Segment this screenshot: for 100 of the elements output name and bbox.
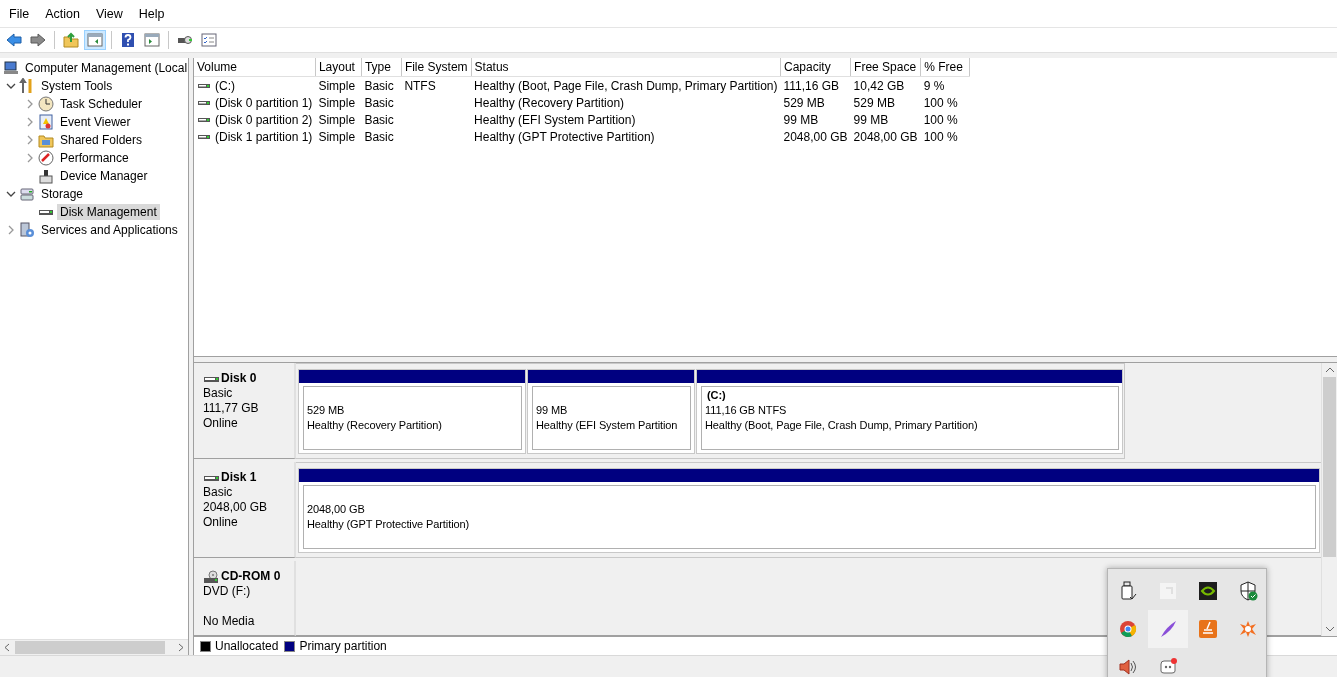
partition-size: 111,16 GB NTFS xyxy=(705,403,788,418)
table-cell: 529 MB xyxy=(853,95,895,110)
server-gear-icon xyxy=(19,222,35,238)
partition-block[interactable]: (C:) 111,16 GB NTFS Healthy (Boot, Page File, Crash Dump, Primary Partition) xyxy=(696,369,1123,454)
menu-item[interactable]: Help xyxy=(130,6,173,21)
column-header[interactable]: Volume xyxy=(194,58,316,77)
disk-type: Basic xyxy=(203,386,234,401)
menu-item[interactable]: View xyxy=(87,6,131,21)
disk-type: Basic xyxy=(203,485,234,500)
table-cell: NTFS xyxy=(404,78,436,93)
column-header[interactable]: Type xyxy=(361,58,402,77)
disk-name: Disk 1 xyxy=(221,470,257,485)
legend-label: Unallocated xyxy=(215,639,279,653)
table-cell: Healthy (Boot, Page File, Crash Dump, Primary Partition) xyxy=(474,78,778,93)
console-tree-button[interactable] xyxy=(84,30,106,50)
table-cell: (Disk 0 partition 1) xyxy=(215,95,313,110)
tree-item[interactable]: Task Scheduler xyxy=(57,96,146,112)
tree-item[interactable]: Performance xyxy=(57,150,132,166)
table-cell: 2048,00 GB xyxy=(853,129,918,144)
table-cell: Healthy (Recovery Partition) xyxy=(474,95,625,110)
partition-label: (C:) xyxy=(706,388,727,403)
table-cell: 2048,00 GB xyxy=(783,129,848,144)
scroll-thumb[interactable] xyxy=(15,641,165,654)
console-tree-icon xyxy=(87,32,103,48)
partition-block[interactable]: 529 MB Healthy (Recovery Partition) xyxy=(298,369,526,454)
chat-bubble-icon[interactable] xyxy=(1158,657,1178,677)
partition-status: Healthy (GPT Protective Partition) xyxy=(307,517,471,532)
table-cell: 100 % xyxy=(923,129,958,144)
disk-status: Online xyxy=(203,416,239,431)
back-arrow-icon xyxy=(6,32,22,48)
disk-size: 111,77 GB xyxy=(203,401,260,416)
tree-item[interactable]: Event Viewer xyxy=(57,114,134,130)
table-cell: 100 % xyxy=(923,95,958,110)
disk-type: DVD (F:) xyxy=(203,584,252,599)
partition-size: 99 MB xyxy=(536,403,569,418)
partition-block[interactable]: 99 MB Healthy (EFI System Partition xyxy=(527,369,695,454)
tree-item[interactable]: Storage xyxy=(38,186,87,202)
event-log-icon xyxy=(38,114,54,130)
table-cell: (C:) xyxy=(215,78,235,93)
star-splat-icon[interactable] xyxy=(1238,619,1258,639)
table-cell: 99 MB xyxy=(783,112,819,127)
tree-item[interactable]: Shared Folders xyxy=(57,132,146,148)
checklist-button[interactable] xyxy=(198,30,220,50)
partition-status: Healthy (Recovery Partition) xyxy=(307,418,443,433)
column-header[interactable]: Status xyxy=(471,58,781,77)
table-cell: 10,42 GB xyxy=(853,78,905,93)
action-pane-icon xyxy=(144,32,160,48)
horizontal-scrollbar[interactable] xyxy=(0,639,188,655)
checklist-icon xyxy=(201,32,217,48)
table-cell: Basic xyxy=(364,129,394,144)
column-header[interactable]: Free Space xyxy=(850,58,921,77)
tree-item[interactable]: Services and Applications xyxy=(38,222,181,238)
table-cell: Simple xyxy=(318,95,356,110)
tree-item[interactable]: Device Manager xyxy=(57,168,151,184)
table-cell: (Disk 0 partition 2) xyxy=(215,112,313,127)
table-cell: (Disk 1 partition 1) xyxy=(215,129,313,144)
usb-drive-icon[interactable] xyxy=(1118,581,1138,601)
tools-icon xyxy=(19,78,35,94)
browser-icon[interactable] xyxy=(1118,619,1138,639)
tree-item[interactable]: System Tools xyxy=(38,78,116,94)
vertical-scrollbar[interactable] xyxy=(1321,363,1337,636)
table-cell: 9 % xyxy=(923,78,945,93)
clock-icon xyxy=(38,96,54,112)
table-cell: 99 MB xyxy=(853,112,889,127)
shield-check-icon[interactable] xyxy=(1238,581,1258,601)
partition-status: Healthy (EFI System Partition xyxy=(536,418,679,433)
disk-size: 2048,00 GB xyxy=(203,500,269,515)
shared-folder-icon xyxy=(38,132,54,148)
column-header[interactable]: File System xyxy=(401,58,472,77)
tree-item[interactable]: Disk Management xyxy=(57,204,160,220)
table-cell: 529 MB xyxy=(783,95,825,110)
scroll-thumb[interactable] xyxy=(1323,377,1336,557)
column-header[interactable]: Capacity xyxy=(780,58,851,77)
legend-label: Primary partition xyxy=(299,639,387,653)
table-cell: Basic xyxy=(364,95,394,110)
folder-up-icon xyxy=(63,32,79,48)
column-header[interactable]: % Free xyxy=(920,58,970,77)
table-cell: 111,16 GB xyxy=(783,78,840,93)
app-tile-icon[interactable] xyxy=(1198,619,1218,639)
partition-status: Healthy (Boot, Page File, Crash Dump, Primary Partition) xyxy=(705,418,979,433)
table-cell: Healthy (GPT Protective Partition) xyxy=(474,129,655,144)
partition-size: 2048,00 GB xyxy=(307,502,366,517)
device-icon xyxy=(38,168,54,184)
graphics-icon[interactable] xyxy=(1198,581,1218,601)
disk-name: CD-ROM 0 xyxy=(221,569,281,584)
table-cell: Simple xyxy=(318,129,356,144)
tree-item[interactable]: Computer Management (Local xyxy=(22,60,188,76)
feather-icon[interactable] xyxy=(1158,619,1178,639)
menu-item[interactable]: File xyxy=(1,6,38,21)
table-cell: Healthy (EFI System Partition) xyxy=(474,112,636,127)
optical-drive-icon xyxy=(203,569,219,584)
disk-status: Online xyxy=(203,515,239,530)
forward-arrow-icon xyxy=(30,32,46,48)
folder-up-button[interactable] xyxy=(60,30,82,50)
disk-name: Disk 0 xyxy=(221,371,257,386)
column-header[interactable]: Layout xyxy=(315,58,362,77)
partition-block[interactable]: 2048,00 GB Healthy (GPT Protective Partition) xyxy=(298,468,1320,553)
speaker-icon[interactable] xyxy=(1118,657,1138,677)
menu-item[interactable]: Action xyxy=(37,6,88,21)
disk-status: No Media xyxy=(203,614,256,629)
